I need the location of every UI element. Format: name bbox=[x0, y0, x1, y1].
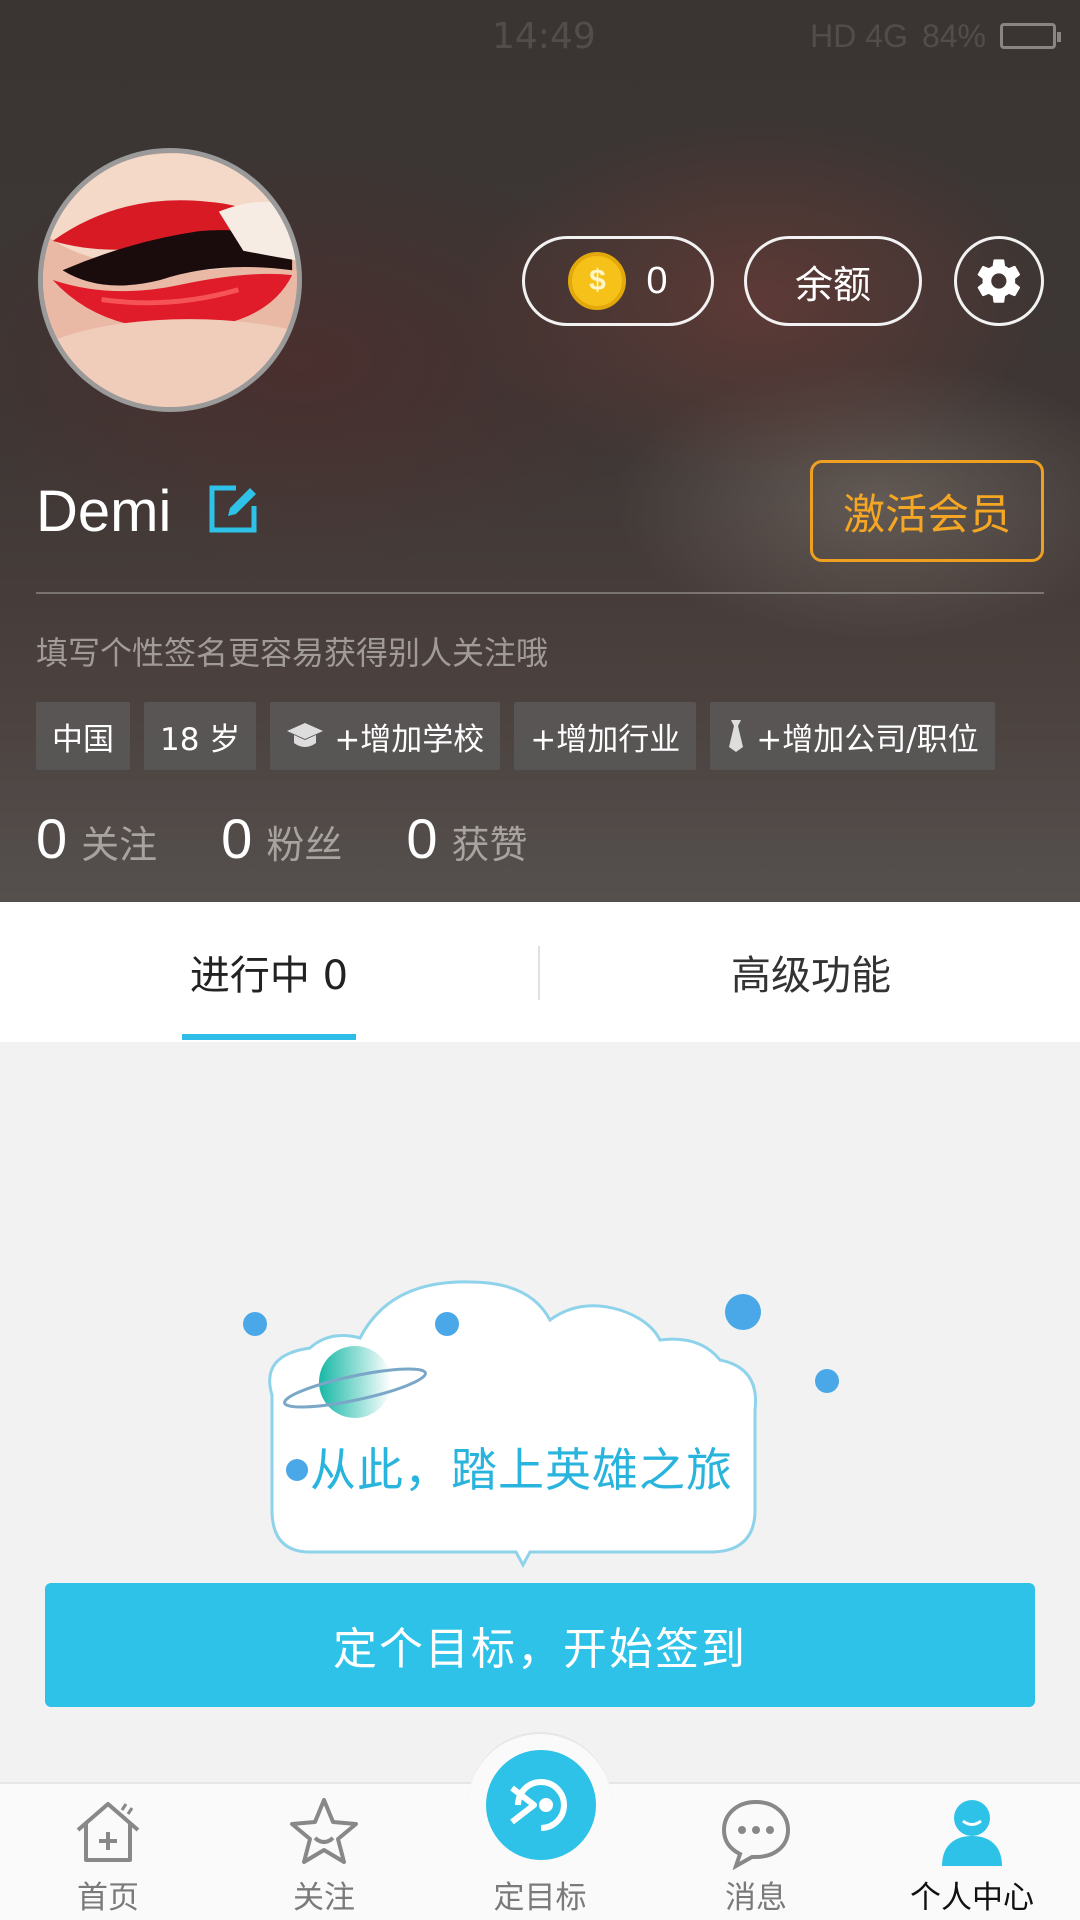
profile-header: HD 4G 84% 14:49 $ 0 余额 Demi 激活会员 填写个性签名更… bbox=[0, 0, 1080, 902]
set-goal-button[interactable]: 定个目标，开始签到 bbox=[45, 1583, 1035, 1707]
gear-icon bbox=[977, 259, 1020, 303]
tab-in-progress[interactable]: 进行中 0 bbox=[0, 902, 538, 1042]
tab-advanced-features[interactable]: 高级功能 bbox=[542, 902, 1080, 1042]
vip-label: 激活会员 bbox=[842, 489, 1011, 539]
tab-label: 高级功能 bbox=[731, 953, 891, 999]
graduation-cap-icon bbox=[287, 723, 324, 747]
activate-vip-button[interactable]: 激活会员 bbox=[810, 460, 1044, 562]
nav-label: 首页 bbox=[77, 1880, 139, 1916]
tag-age[interactable]: 18 岁 bbox=[144, 702, 257, 770]
nav-messages[interactable]: 消息 bbox=[648, 1794, 864, 1920]
status-network: HD 4G bbox=[810, 17, 908, 54]
battery-icon bbox=[1000, 23, 1061, 49]
tag-label: 18 岁 bbox=[160, 721, 241, 758]
tab-separator bbox=[538, 946, 540, 1000]
signature-field[interactable]: 填写个性签名更容易获得别人关注哦 bbox=[36, 628, 548, 674]
active-tab-indicator bbox=[182, 1034, 356, 1040]
nav-set-goal[interactable] bbox=[486, 1750, 596, 1860]
tag-add-industry[interactable]: +增加行业 bbox=[514, 702, 697, 770]
stat-following[interactable]: 0 关注 bbox=[36, 806, 157, 871]
profile-icon bbox=[942, 1800, 1002, 1866]
status-time: 14:49 bbox=[492, 16, 596, 57]
nav-home[interactable]: 首页 bbox=[0, 1794, 216, 1920]
nav-label: 定目标 bbox=[493, 1880, 587, 1916]
nav-label: 消息 bbox=[725, 1880, 787, 1916]
stat-value: 0 bbox=[221, 807, 253, 870]
stat-value: 0 bbox=[406, 807, 438, 870]
edit-icon[interactable] bbox=[206, 482, 260, 536]
stat-label: 关注 bbox=[81, 823, 158, 867]
coins-count: 0 bbox=[646, 259, 668, 302]
tag-label: +增加学校 bbox=[334, 721, 485, 758]
nav-label: 关注 bbox=[293, 1880, 355, 1916]
stat-followers[interactable]: 0 粉丝 bbox=[221, 806, 342, 871]
avatar[interactable] bbox=[38, 148, 302, 412]
cloud-illustration bbox=[243, 1280, 839, 1569]
stat-value: 0 bbox=[36, 807, 68, 870]
tag-label: +增加行业 bbox=[530, 721, 681, 758]
nav-profile[interactable]: 个人中心 bbox=[864, 1794, 1080, 1920]
nav-following[interactable]: 关注 bbox=[216, 1794, 432, 1920]
profile-stats: 0 关注 0 粉丝 0 获赞 bbox=[36, 806, 592, 871]
profile-tags: 中国 18 岁 +增加学校 +增加行业 +增加公司/职位 bbox=[36, 702, 995, 770]
empty-state-text: 从此，踏上英雄之旅 bbox=[310, 1443, 733, 1497]
settings-button[interactable] bbox=[954, 236, 1044, 326]
home-icon bbox=[76, 1802, 140, 1862]
tag-label: +增加公司/职位 bbox=[756, 721, 979, 758]
balance-button[interactable]: 余额 bbox=[744, 236, 922, 326]
coins-button[interactable]: $ 0 bbox=[522, 236, 714, 326]
tab-bar: 进行中 0 高级功能 bbox=[0, 902, 1080, 1042]
tag-label: 中国 bbox=[52, 721, 114, 758]
divider bbox=[36, 592, 1044, 594]
status-battery-percent: 84% bbox=[921, 17, 986, 54]
message-icon bbox=[721, 1799, 791, 1870]
avatar-image bbox=[43, 153, 297, 407]
username: Demi bbox=[36, 479, 172, 544]
tag-add-school[interactable]: +增加学校 bbox=[270, 702, 501, 770]
star-icon bbox=[290, 1798, 358, 1864]
stat-likes[interactable]: 0 获赞 bbox=[406, 806, 527, 871]
goal-icon bbox=[510, 1779, 567, 1831]
stat-label: 粉丝 bbox=[266, 823, 343, 867]
tie-icon bbox=[729, 720, 744, 752]
tab-label: 进行中 0 bbox=[189, 953, 349, 999]
tag-country[interactable]: 中国 bbox=[36, 702, 130, 770]
coin-icon: $ bbox=[568, 252, 627, 310]
tag-add-company[interactable]: +增加公司/职位 bbox=[710, 702, 995, 770]
nav-label: 个人中心 bbox=[910, 1880, 1034, 1916]
cta-label: 定个目标，开始签到 bbox=[333, 1624, 747, 1675]
stat-label: 获赞 bbox=[451, 823, 528, 867]
balance-label: 余额 bbox=[794, 264, 871, 307]
